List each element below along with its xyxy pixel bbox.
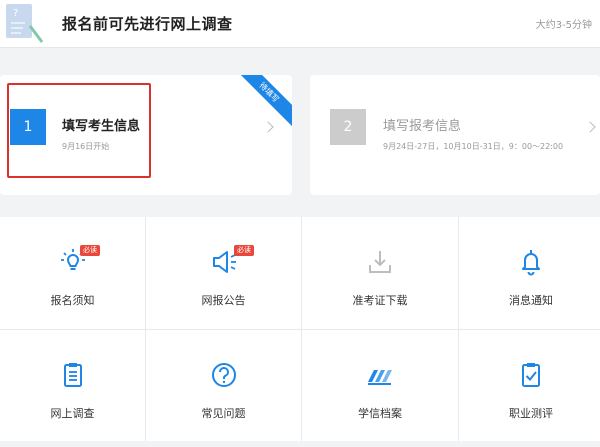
grid-item-student-archive[interactable]: 学信档案	[302, 330, 458, 442]
grid-item-career-assessment[interactable]: 职业测评	[459, 330, 600, 442]
step-card-fill-exam-info[interactable]: 2 填写报考信息 9月24日-27日，10月10日-31日，9：00～22:00	[310, 75, 600, 195]
grid-item-label: 消息通知	[509, 294, 553, 307]
highlight-box	[7, 83, 151, 178]
svg-text:?: ?	[13, 8, 18, 19]
grid-item-label: 常见问题	[201, 407, 246, 420]
grid-item-label: 职业测评	[509, 407, 553, 420]
feature-grid: 必读 报名须知 必读 网报公告 准考证下载 消息通知 网上调查 常见问题 学信档…	[0, 217, 600, 442]
bell-icon	[522, 250, 540, 276]
grid-item-label: 报名须知	[50, 294, 95, 307]
grid-item-online-announcement[interactable]: 必读 网报公告	[146, 217, 301, 329]
status-ribbon: 待填写	[231, 75, 292, 130]
chevron-right-icon	[584, 121, 596, 133]
survey-bar[interactable]: ? 报名前可先进行网上调查 大约3-5分钟	[0, 0, 600, 48]
grid-item-label: 学信档案	[358, 407, 402, 420]
must-read-badge: 必读	[80, 245, 100, 256]
grid-item-label: 准考证下载	[352, 294, 408, 307]
question-icon	[211, 363, 236, 387]
grid-item-registration-notice[interactable]: 必读 报名须知	[0, 217, 145, 329]
grid-item-label: 网上调查	[50, 407, 95, 420]
grid-item-admission-ticket[interactable]: 准考证下载	[302, 217, 458, 329]
step-number: 2	[330, 109, 366, 145]
survey-title: 报名前可先进行网上调查	[62, 15, 233, 33]
bottom-strip	[0, 441, 600, 447]
must-read-badge: 必读	[234, 245, 254, 256]
step-title: 填写报考信息	[383, 119, 462, 134]
questionnaire-icon: ?	[6, 4, 44, 43]
grid-item-faq[interactable]: 常见问题	[146, 330, 301, 442]
grid-item-label: 网报公告	[201, 294, 246, 307]
grid-item-online-survey[interactable]: 网上调查	[0, 330, 145, 442]
survey-duration: 大约3-5分钟	[535, 20, 592, 31]
archive-icon	[368, 370, 392, 385]
download-icon	[369, 251, 391, 273]
grid-item-notifications[interactable]: 消息通知	[459, 217, 600, 329]
chevron-right-icon	[262, 121, 274, 133]
checklist-icon	[522, 363, 540, 387]
clipboard-icon	[63, 363, 82, 387]
step-subtitle: 9月24日-27日，10月10日-31日，9：00～22:00	[383, 142, 564, 151]
